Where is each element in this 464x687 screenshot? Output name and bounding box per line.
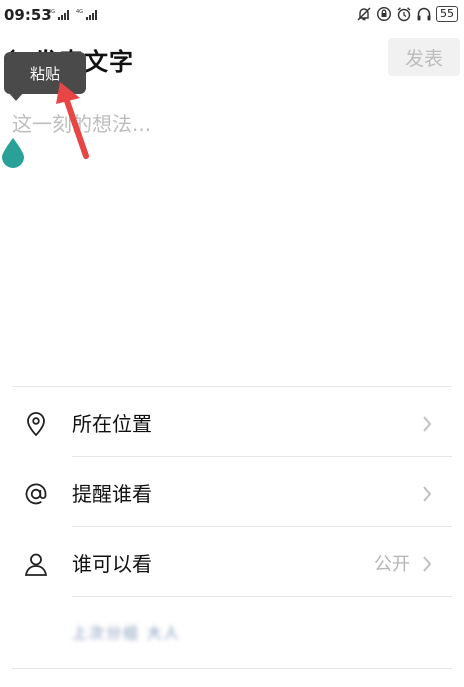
chevron-right-icon: [423, 416, 432, 432]
option-location[interactable]: 所在位置: [0, 388, 464, 458]
person-icon: [24, 553, 48, 576]
row-divider: [72, 526, 452, 527]
visibility-group-info: 上次分组 大人: [72, 624, 181, 642]
lock-rotation-icon: [376, 6, 392, 22]
at-icon: [25, 483, 47, 505]
svg-text:4G: 4G: [48, 9, 55, 15]
annotation-arrow-icon: [56, 82, 89, 159]
row-divider: [72, 456, 452, 457]
signal-icon: 4G: [48, 9, 69, 20]
publish-button[interactable]: 发表: [388, 38, 460, 76]
option-visibility[interactable]: 谁可以看 公开: [0, 528, 464, 598]
alarm-clock-icon: [397, 7, 411, 22]
text-cursor-handle[interactable]: [0, 136, 26, 168]
paste-tooltip-tail: [8, 92, 24, 101]
option-mention[interactable]: 提醒谁看: [0, 458, 464, 528]
options-divider: [12, 386, 452, 387]
row-divider: [72, 596, 452, 597]
status-time: 09:53: [4, 6, 52, 24]
option-location-label: 所在位置: [72, 412, 152, 436]
chevron-right-icon: [423, 486, 432, 502]
visibility-value: 公开: [374, 554, 410, 575]
status-bar: 09:53 4G 4G 55: [0, 0, 464, 30]
status-icons: 55: [356, 6, 458, 22]
chevron-right-icon: [423, 556, 432, 572]
mute-bell-icon: [357, 7, 371, 21]
signal-icon-2: 4G: [76, 9, 97, 20]
option-visibility-label: 谁可以看: [72, 552, 152, 576]
headphones-icon: [417, 7, 431, 21]
bottom-divider: [12, 668, 452, 669]
svg-text:4G: 4G: [76, 9, 83, 15]
location-pin-icon: [27, 412, 45, 437]
option-mention-label: 提醒谁看: [72, 482, 152, 506]
battery-indicator: 55: [436, 6, 458, 22]
